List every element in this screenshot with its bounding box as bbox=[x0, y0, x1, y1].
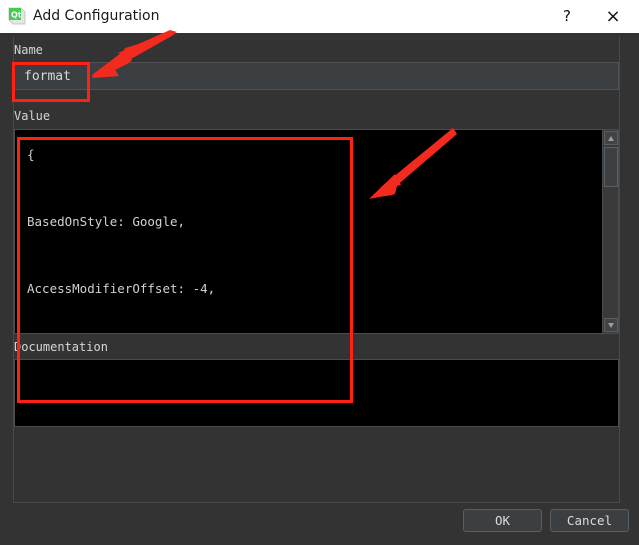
window-title: Add Configuration bbox=[33, 8, 160, 24]
add-configuration-dialog: Qt Add Configuration ? × Name Value { Ba… bbox=[0, 0, 639, 545]
value-scrollbar[interactable] bbox=[602, 130, 618, 333]
name-input[interactable] bbox=[14, 62, 619, 90]
ok-button[interactable]: OK bbox=[463, 509, 542, 532]
cancel-button[interactable]: Cancel bbox=[550, 509, 629, 532]
close-icon[interactable]: × bbox=[595, 0, 631, 33]
value-editor-text: { BasedOnStyle: Google, AccessModifierOf… bbox=[27, 147, 216, 296]
name-label: Name bbox=[14, 43, 43, 57]
scroll-down-icon[interactable] bbox=[604, 318, 618, 332]
value-editor[interactable]: { BasedOnStyle: Google, AccessModifierOf… bbox=[14, 129, 619, 334]
help-button[interactable]: ? bbox=[549, 0, 585, 33]
scrollbar-thumb[interactable] bbox=[604, 147, 618, 187]
scroll-up-icon[interactable] bbox=[604, 131, 618, 145]
value-label: Value bbox=[14, 109, 51, 123]
title-bar: Qt Add Configuration ? × bbox=[0, 0, 639, 33]
documentation-label: Documentation bbox=[14, 340, 108, 354]
qt-creator-icon: Qt bbox=[8, 7, 26, 25]
svg-text:Qt: Qt bbox=[11, 11, 22, 20]
dialog-body: Name Value { BasedOnStyle: Google, Acces… bbox=[0, 33, 639, 545]
documentation-editor[interactable] bbox=[14, 359, 619, 427]
